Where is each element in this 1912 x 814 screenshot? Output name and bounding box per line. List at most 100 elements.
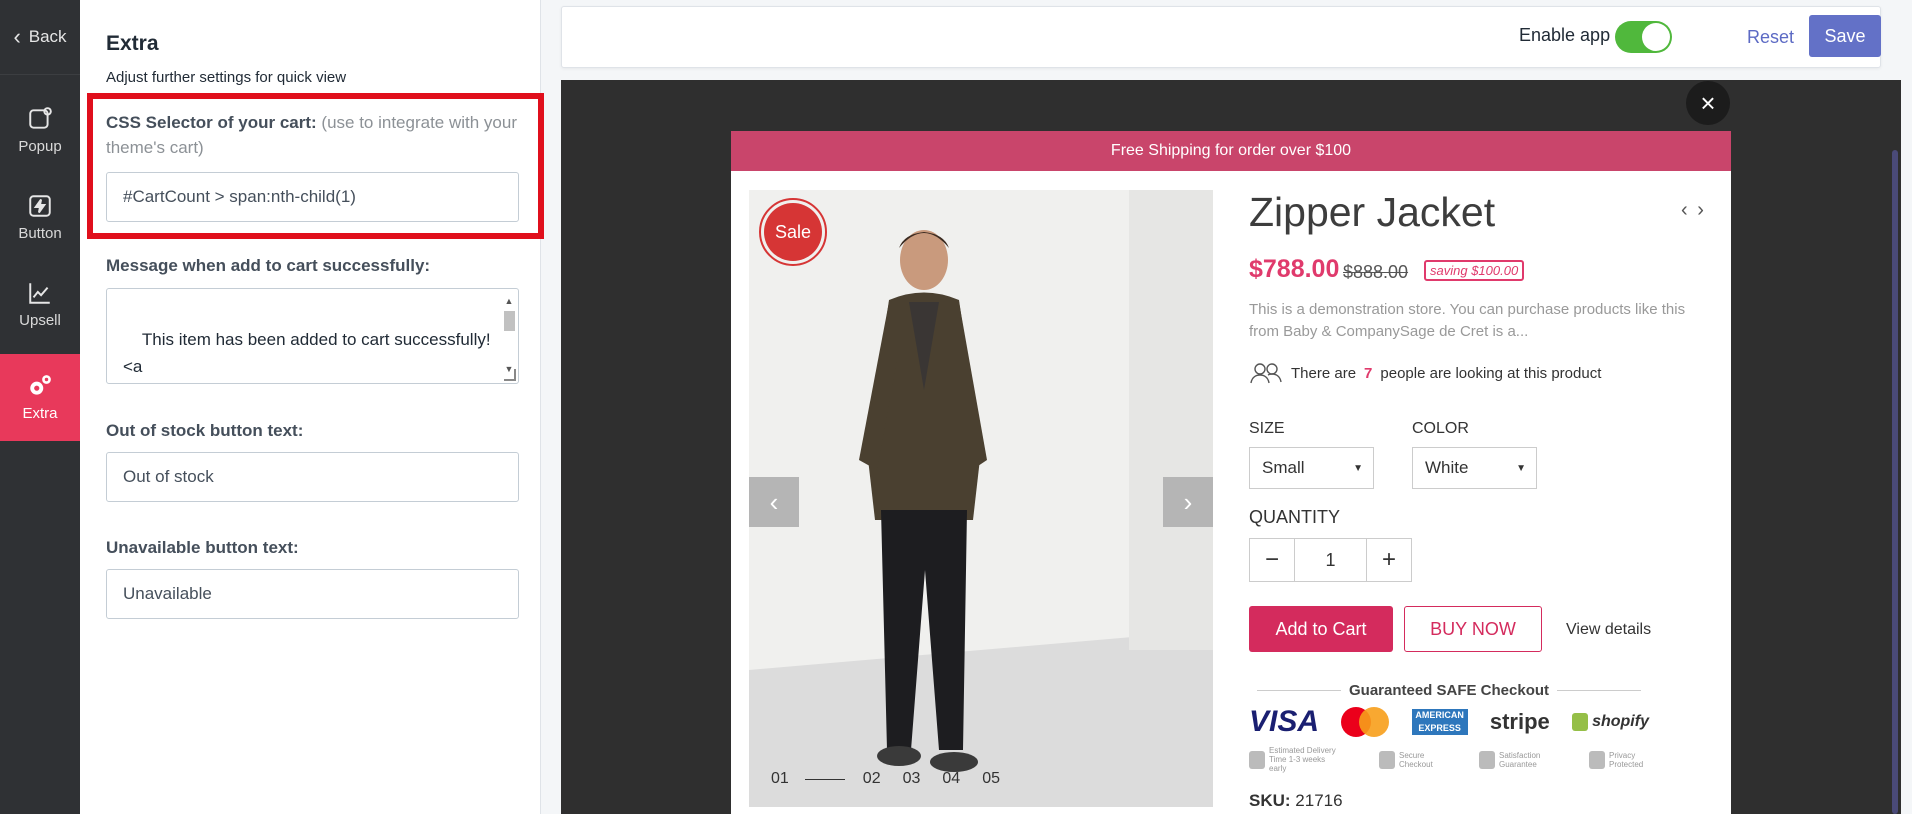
trust-badges: Estimated Delivery Time 1-3 weeks early … <box>1249 746 1649 773</box>
shield-icon <box>1379 750 1395 769</box>
size-value: Small <box>1262 458 1305 477</box>
caret-down-icon: ▼ <box>1516 462 1526 474</box>
nav-item-button[interactable]: Button <box>0 174 80 261</box>
product-info: Zipper Jacket ‹ › $788.00 $888.00 saving… <box>1249 131 1709 814</box>
page-scrollbar[interactable] <box>1889 80 1901 814</box>
view-details-link[interactable]: View details <box>1566 621 1651 639</box>
save-button[interactable]: Save <box>1809 15 1881 57</box>
gallery-page[interactable]: 02 <box>863 770 881 788</box>
size-select[interactable]: Small ▼ <box>1249 447 1374 489</box>
settings-panel: Extra Adjust further settings for quick … <box>80 0 544 814</box>
product-title: Zipper Jacket <box>1249 189 1496 235</box>
scroll-thumb[interactable] <box>504 311 515 331</box>
nav-item-popup[interactable]: Popup <box>0 87 80 174</box>
reset-button[interactable]: Reset <box>1747 27 1794 48</box>
mastercard-logo <box>1341 707 1390 737</box>
truck-icon <box>1249 750 1265 769</box>
out-of-stock-input[interactable]: Out of stock <box>106 452 519 502</box>
enable-app-label: Enable app <box>1519 25 1611 45</box>
size-label: SIZE <box>1249 420 1285 437</box>
product-nav-arrows-icon[interactable]: ‹ › <box>1681 199 1706 222</box>
top-bar: Enable app Reset Save <box>561 6 1881 68</box>
css-selector-label-text: CSS Selector of your cart: <box>106 113 317 132</box>
resize-grip-icon[interactable] <box>504 369 516 381</box>
color-label: COLOR <box>1412 420 1469 437</box>
back-label: Back <box>28 27 67 46</box>
buy-now-button[interactable]: BUY NOW <box>1404 606 1542 652</box>
color-value: White <box>1425 458 1469 477</box>
product-sku: SKU: 21716 <box>1249 791 1343 811</box>
gallery-page[interactable]: 01 <box>771 770 789 788</box>
message-label: Message when add to cart successfully: <box>106 256 431 275</box>
sale-badge: Sale <box>759 198 827 266</box>
quantity-stepper: − 1 + <box>1249 538 1412 582</box>
looking-prefix: There are <box>1291 364 1357 382</box>
popup-icon <box>29 107 52 129</box>
css-selector-input[interactable]: #CartCount > span:nth-child(1) <box>106 172 519 222</box>
saving-badge: saving $100.00 <box>1424 260 1525 281</box>
sale-badge-text: Sale <box>764 203 822 261</box>
visitors-counter: There are 7 people are looking at this p… <box>1249 362 1601 384</box>
plus-icon[interactable]: + <box>1367 539 1411 581</box>
active-page-line <box>804 778 845 780</box>
gallery-page[interactable]: 05 <box>982 770 1000 788</box>
delivery-badge: Estimated Delivery Time 1-3 weeks early <box>1249 746 1339 773</box>
lock-icon <box>1589 750 1605 769</box>
product-gallery: Sale ‹ › 01 02 03 04 05 <box>749 190 1213 807</box>
product-description: This is a demonstration store. You can p… <box>1249 301 1686 340</box>
minus-icon[interactable]: − <box>1250 539 1294 581</box>
product-price: $788.00 <box>1249 255 1340 283</box>
page-scroll-thumb[interactable] <box>1892 150 1898 814</box>
gallery-page[interactable]: 03 <box>903 770 921 788</box>
gallery-next-icon[interactable]: › <box>1163 477 1213 527</box>
quantity-label: QUANTITY <box>1249 507 1341 527</box>
product-image <box>749 190 1213 807</box>
back-button[interactable]: ‹ Back <box>0 0 80 75</box>
css-selector-label: CSS Selector of your cart: (use to integ… <box>106 110 526 160</box>
nav-item-label: Popup <box>18 138 62 155</box>
shopify-logo: shopify <box>1572 712 1649 731</box>
shopify-bag-icon <box>1572 712 1589 731</box>
compare-price: $888.00 <box>1343 262 1409 282</box>
lightning-icon <box>29 195 51 217</box>
gears-icon <box>30 375 51 395</box>
quantity-input[interactable]: 1 <box>1294 539 1367 581</box>
amex-logo: AMERICAN EXPRESS <box>1411 709 1468 735</box>
unavailable-label: Unavailable button text: <box>106 538 299 557</box>
enable-app-toggle[interactable] <box>1615 21 1672 53</box>
nav-item-label: Upsell <box>19 312 61 329</box>
unavailable-input[interactable]: Unavailable <box>106 569 519 619</box>
privacy-badge: Privacy Protected <box>1589 746 1649 773</box>
nav-item-extra[interactable]: Extra <box>0 354 80 441</box>
visa-logo: VISA <box>1249 705 1320 738</box>
color-select[interactable]: White ▼ <box>1412 447 1537 489</box>
scroll-up-icon[interactable]: ▲ <box>502 295 516 307</box>
gallery-pagination: 01 02 03 04 05 <box>771 770 1022 788</box>
looking-suffix: people are looking at this product <box>1380 364 1602 382</box>
stripe-logo: stripe <box>1489 709 1550 734</box>
looking-count: 7 <box>1364 364 1373 382</box>
payment-logos: VISA AMERICAN EXPRESS stripe shopify <box>1249 704 1649 740</box>
gallery-prev-icon[interactable]: ‹ <box>749 477 799 527</box>
nav-item-upsell[interactable]: Upsell <box>0 261 80 348</box>
people-icon <box>1250 363 1282 384</box>
nav-item-label: Button <box>18 225 62 242</box>
close-icon[interactable]: × <box>1686 81 1730 125</box>
gallery-page[interactable]: 04 <box>942 770 960 788</box>
add-to-cart-button[interactable]: Add to Cart <box>1249 606 1393 652</box>
out-of-stock-label: Out of stock button text: <box>106 421 304 440</box>
textarea-scrollbar[interactable]: ▲ ▼ <box>502 295 516 375</box>
toggle-knob <box>1642 23 1670 51</box>
caret-down-icon: ▼ <box>1353 462 1363 474</box>
chart-icon <box>29 283 50 304</box>
message-textarea[interactable]: This item has been added to cart success… <box>106 288 519 384</box>
trophy-icon <box>1479 750 1495 769</box>
quick-view-modal: Free Shipping for order over $100 Sale ‹… <box>731 131 1731 814</box>
sku-label: SKU: <box>1249 791 1291 810</box>
satisfaction-badge: Satisfaction Guarantee <box>1479 746 1549 773</box>
sku-value: 21716 <box>1295 791 1343 810</box>
safe-checkout-heading: Guaranteed SAFE Checkout <box>1249 678 1649 702</box>
chevron-left-icon: ‹ <box>13 24 21 49</box>
message-text: This item has been added to cart success… <box>123 330 491 376</box>
panel-subtitle: Adjust further settings for quick view <box>106 69 347 86</box>
